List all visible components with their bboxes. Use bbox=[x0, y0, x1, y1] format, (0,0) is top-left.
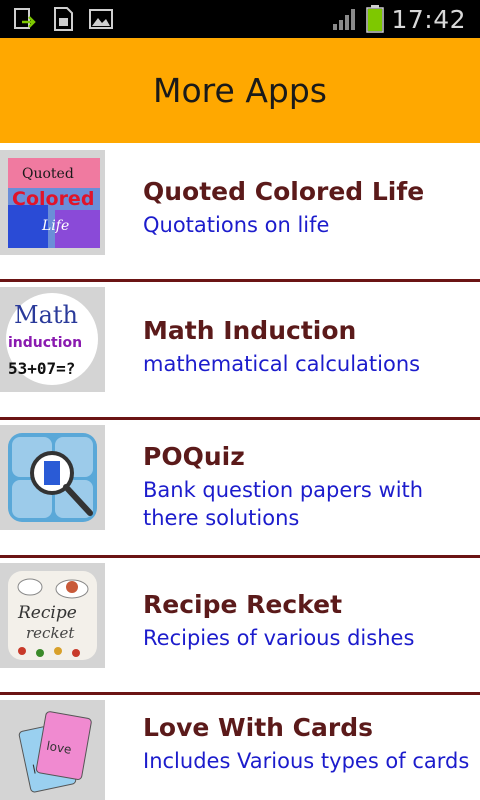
app-title: Love With Cards bbox=[143, 713, 373, 742]
notification-icons bbox=[12, 6, 114, 32]
app-text: Love With Cards Includes Various types o… bbox=[143, 713, 473, 775]
app-title: POQuiz bbox=[143, 442, 245, 471]
svg-text:Quoted: Quoted bbox=[22, 166, 74, 182]
app-item-love-with-cards[interactable]: love love Love With Cards Includes Vario… bbox=[0, 695, 480, 800]
svg-text:induction: induction bbox=[8, 335, 82, 351]
image-icon bbox=[89, 9, 113, 29]
app-item-quoted-colored-life[interactable]: Quoted Colored Life Quoted Colored Life … bbox=[0, 143, 480, 280]
app-item-math-induction[interactable]: Math induction 53+07=? Math Induction ma… bbox=[0, 282, 480, 417]
app-text: Recipe Recket Recipies of various dishes bbox=[143, 590, 473, 652]
app-description: Recipies of various dishes bbox=[143, 626, 415, 650]
sim-card-icon bbox=[54, 7, 73, 31]
math-induction-icon: Math induction 53+07=? bbox=[0, 287, 105, 392]
app-text: POQuiz Bank question papers with there s… bbox=[143, 442, 473, 532]
svg-text:Colored: Colored bbox=[12, 188, 94, 210]
app-title: Quoted Colored Life bbox=[143, 177, 425, 206]
quoted-colored-life-icon: Quoted Colored Life bbox=[0, 150, 105, 255]
status-bar: 17:42 bbox=[0, 0, 480, 38]
app-item-poquiz[interactable]: POQuiz Bank question papers with there s… bbox=[0, 420, 480, 555]
app-title: Recipe Recket bbox=[143, 590, 343, 619]
app-item-recipe-recket[interactable]: Recipe recket Recipe Recket Recipies of … bbox=[0, 558, 480, 693]
status-time: 17:42 bbox=[391, 4, 466, 34]
battery-icon bbox=[366, 5, 385, 33]
system-status: 17:42 bbox=[331, 0, 466, 38]
signal-icon bbox=[333, 9, 356, 30]
upload-icon bbox=[14, 8, 36, 29]
page-title: More Apps bbox=[153, 71, 327, 110]
poquiz-icon bbox=[0, 425, 105, 530]
svg-text:Life: Life bbox=[41, 218, 69, 234]
app-description: Includes Various types of cards bbox=[143, 749, 470, 773]
app-description: Bank question papers with there solution… bbox=[143, 478, 424, 530]
svg-text:Math: Math bbox=[14, 301, 78, 329]
love-with-cards-icon: love love bbox=[0, 700, 105, 800]
app-title: Math Induction bbox=[143, 316, 357, 345]
app-description: Quotations on life bbox=[143, 213, 330, 237]
app-description: mathematical calculations bbox=[143, 352, 421, 376]
svg-text:recket: recket bbox=[26, 624, 75, 642]
svg-text:Recipe: Recipe bbox=[17, 603, 77, 623]
app-text: Quoted Colored Life Quotations on life bbox=[143, 177, 473, 239]
app-text: Math Induction mathematical calculations bbox=[143, 316, 473, 378]
header-bar: More Apps bbox=[0, 38, 480, 143]
svg-text:53+07=?: 53+07=? bbox=[8, 359, 75, 378]
recipe-recket-icon: Recipe recket bbox=[0, 563, 105, 668]
